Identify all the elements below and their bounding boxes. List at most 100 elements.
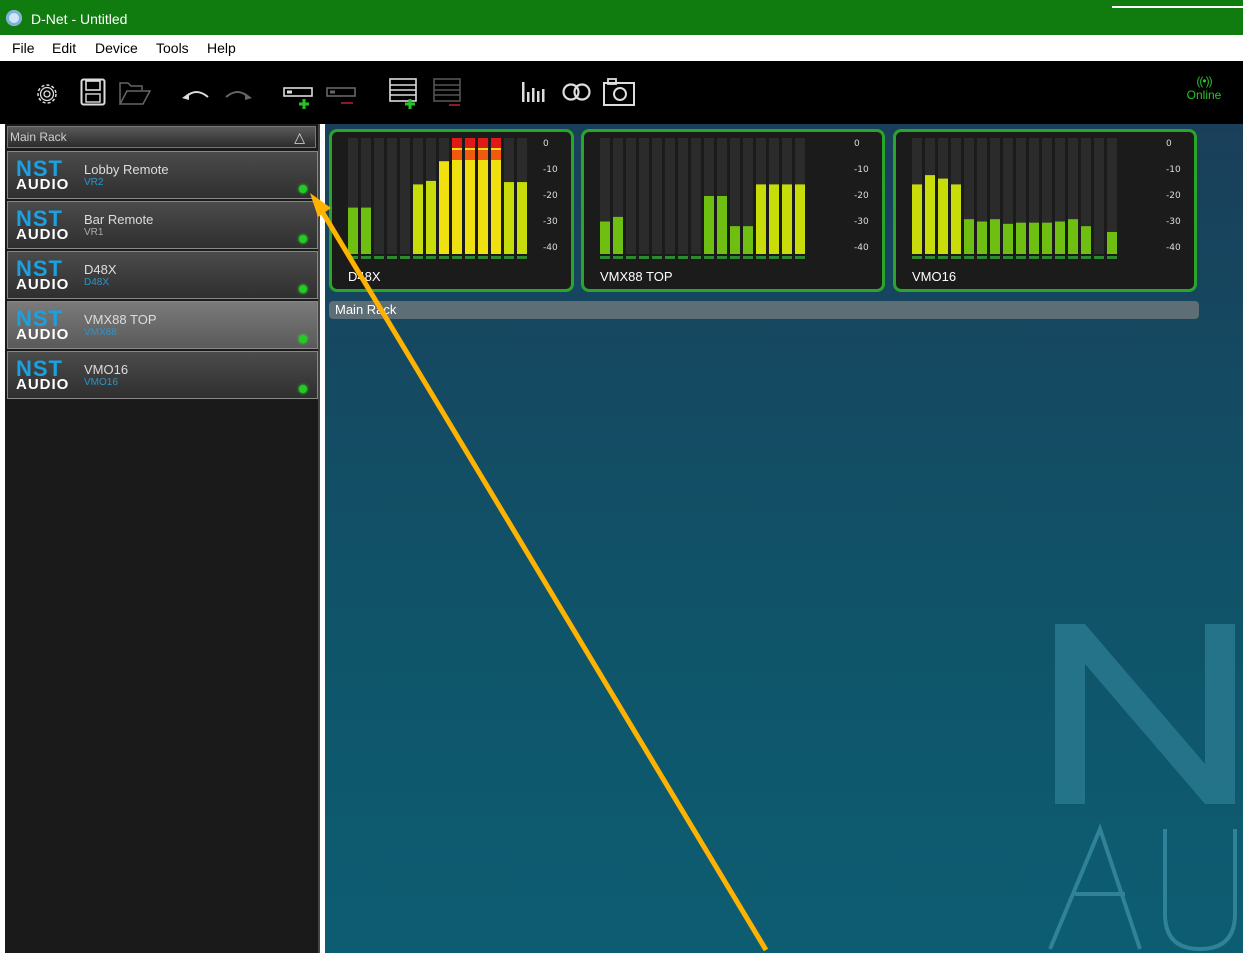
meter-channel-base bbox=[374, 256, 384, 259]
rack-section-label: Main Rack bbox=[335, 302, 397, 317]
device-item-bar-remote[interactable]: NST AUDIO Bar Remote VR1 bbox=[7, 201, 318, 249]
meter-channel-bar bbox=[782, 184, 792, 254]
save-icon[interactable] bbox=[80, 78, 106, 106]
remove-device-icon[interactable] bbox=[326, 85, 360, 111]
meter-clip-indicator bbox=[491, 138, 501, 148]
meter-channel-base bbox=[782, 256, 792, 259]
open-folder-icon[interactable] bbox=[118, 80, 152, 106]
meter-scale-label: -30 bbox=[543, 217, 558, 227]
meter-channel-base bbox=[1055, 256, 1065, 259]
meter-peak-segment bbox=[465, 150, 475, 160]
undo-icon[interactable] bbox=[180, 85, 212, 103]
meter-channel-base bbox=[951, 256, 961, 259]
meter-channel-base bbox=[756, 256, 766, 259]
nst-audio-logo: NST AUDIO bbox=[16, 206, 70, 243]
meter-label: VMO16 bbox=[912, 269, 957, 284]
device-item-vmx88-top[interactable]: NST AUDIO VMX88 TOP VMX88 bbox=[7, 301, 318, 349]
meter-channel-base bbox=[626, 256, 636, 259]
meter-scale-label: -20 bbox=[854, 191, 869, 201]
meter-channel-base bbox=[361, 256, 371, 259]
meter-clip-indicator bbox=[465, 138, 475, 148]
meter-card-d48x[interactable]: 0 -10 -20 -30 -40 D48X bbox=[329, 129, 574, 292]
meter-channel-track bbox=[626, 138, 636, 254]
meter-scale-label: -40 bbox=[1166, 243, 1181, 253]
meter-channel-track bbox=[639, 138, 649, 254]
window-title: D-Net - Untitled bbox=[31, 11, 128, 27]
meter-scale-label: -20 bbox=[543, 191, 558, 201]
settings-gear-icon[interactable] bbox=[32, 79, 62, 109]
device-name: Bar Remote bbox=[84, 212, 154, 227]
add-rack-icon[interactable] bbox=[388, 77, 422, 111]
rack-view: 0 -10 -20 -30 -40 D48X 0 -10 -20 -30 -40 VMX88 T… bbox=[325, 124, 1243, 953]
meter-channel-track bbox=[691, 138, 701, 254]
meter-channel-bar bbox=[756, 184, 766, 254]
menu-help[interactable]: Help bbox=[207, 40, 236, 56]
device-item-d48x[interactable]: NST AUDIO D48X D48X bbox=[7, 251, 318, 299]
meter-channel-base bbox=[912, 256, 922, 259]
meters-icon[interactable] bbox=[520, 80, 550, 104]
meter-label: VMX88 TOP bbox=[600, 269, 673, 284]
meter-channel-bar bbox=[717, 196, 727, 254]
meter-peak-segment bbox=[452, 150, 462, 160]
meter-channel-base bbox=[478, 256, 488, 259]
rack-header[interactable]: Main Rack △ bbox=[7, 126, 316, 148]
meter-channel-bar bbox=[951, 184, 961, 254]
meter-clip-indicator bbox=[478, 138, 488, 148]
meter-channel-bar bbox=[1107, 231, 1117, 254]
device-item-vmo16[interactable]: NST AUDIO VMO16 VMO16 bbox=[7, 351, 318, 399]
meter-channel-base bbox=[613, 256, 623, 259]
meter-channel-base bbox=[387, 256, 397, 259]
rack-section-bar[interactable]: Main Rack bbox=[329, 301, 1199, 319]
meter-channel-base bbox=[600, 256, 610, 259]
meter-channel-bar bbox=[977, 221, 987, 254]
device-item-lobby-remote[interactable]: NST AUDIO Lobby Remote VR2 bbox=[7, 151, 318, 199]
nst-audio-logo: NST AUDIO bbox=[16, 356, 70, 393]
meter-scale-label: -40 bbox=[543, 243, 558, 253]
meter-channel-base bbox=[743, 256, 753, 259]
meter-channel-bar bbox=[938, 178, 948, 254]
menu-bar: File Edit Device Tools Help bbox=[0, 35, 1243, 61]
menu-device[interactable]: Device bbox=[95, 40, 138, 56]
meter-channel-track bbox=[652, 138, 662, 254]
menu-file[interactable]: File bbox=[12, 40, 35, 56]
meter-channel-bar bbox=[964, 219, 974, 254]
meter-card-vmo16[interactable]: 0 -10 -20 -30 -40 VMO16 bbox=[893, 129, 1197, 292]
meter-scale-label: -10 bbox=[1166, 165, 1181, 175]
level-meter-vmx88-top: 0 -10 -20 -30 -40 bbox=[600, 138, 869, 259]
device-model: VR1 bbox=[84, 227, 104, 238]
meter-channel-bar bbox=[517, 182, 527, 254]
online-signal-icon: ((•)) bbox=[1196, 74, 1212, 88]
meter-channel-bar bbox=[1042, 222, 1052, 254]
meter-channel-bar bbox=[1055, 221, 1065, 254]
device-model: VMX88 bbox=[84, 327, 117, 338]
redo-icon[interactable] bbox=[222, 85, 254, 103]
meter-channel-base bbox=[938, 256, 948, 259]
menu-tools[interactable]: Tools bbox=[156, 40, 189, 56]
meter-channel-base bbox=[691, 256, 701, 259]
meter-card-vmx88-top[interactable]: 0 -10 -20 -30 -40 VMX88 TOP bbox=[581, 129, 885, 292]
device-model: D48X bbox=[84, 277, 110, 288]
meter-channel-base bbox=[1003, 256, 1013, 259]
meter-channel-base bbox=[704, 256, 714, 259]
remove-rack-icon[interactable] bbox=[432, 77, 466, 111]
device-name: D48X bbox=[84, 262, 117, 277]
nst-audio-logo: NST AUDIO bbox=[16, 156, 70, 193]
collapse-triangle-icon[interactable]: △ bbox=[294, 129, 305, 146]
device-model: VR2 bbox=[84, 177, 104, 188]
status-led bbox=[299, 185, 307, 193]
meter-channel-base bbox=[1107, 256, 1117, 259]
meter-channel-base bbox=[426, 256, 436, 259]
add-device-icon[interactable] bbox=[283, 85, 317, 111]
meter-channel-track bbox=[678, 138, 688, 254]
online-status: ((•)) Online bbox=[1180, 74, 1228, 102]
meter-channel-base bbox=[795, 256, 805, 259]
snapshot-icon[interactable] bbox=[602, 77, 636, 107]
meter-channel-base bbox=[517, 256, 527, 259]
link-icon[interactable] bbox=[560, 81, 594, 103]
device-model: VMO16 bbox=[84, 377, 118, 388]
nst-audio-logo: NST AUDIO bbox=[16, 256, 70, 293]
menu-edit[interactable]: Edit bbox=[52, 40, 76, 56]
meter-peak-segment bbox=[478, 150, 488, 160]
meter-channel-base bbox=[439, 256, 449, 259]
meter-scale-label: -10 bbox=[543, 165, 558, 175]
